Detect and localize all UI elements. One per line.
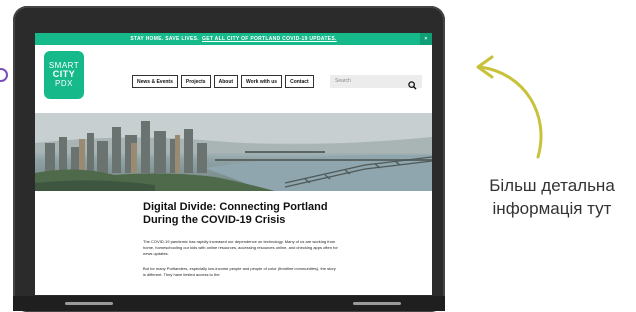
- curved-arrow-icon: [476, 55, 543, 159]
- covid-updates-link[interactable]: GET ALL CITY OF PORTLAND COVID-19 UPDATE…: [202, 36, 337, 42]
- main-nav: News & Events Projects About Work with u…: [132, 75, 314, 88]
- alert-close-button[interactable]: ×: [420, 33, 432, 45]
- nav-about[interactable]: About: [213, 75, 239, 88]
- laptop-frame: STAY HOME. SAVE LIVES. GET ALL CITY OF P…: [13, 6, 445, 312]
- logo-line-3: PDX: [55, 78, 73, 88]
- caption-more-info[interactable]: Більш детальна інформація тут: [468, 175, 636, 221]
- article-paragraph-2: But for many Portlanders, especially low…: [143, 266, 338, 278]
- alert-text: STAY HOME. SAVE LIVES.: [130, 36, 199, 42]
- decorative-circle: [0, 68, 8, 82]
- paragraph-2-emphasis: (frontline communities): [277, 266, 319, 271]
- nav-work-with-us[interactable]: Work with us: [241, 75, 283, 88]
- laptop-foot-right: [353, 302, 401, 305]
- search-input[interactable]: Search: [330, 75, 422, 90]
- search-placeholder: Search: [335, 78, 351, 84]
- smart-city-logo[interactable]: SMART CITY PDX: [44, 51, 84, 99]
- nav-news-events[interactable]: News & Events: [132, 75, 178, 88]
- alert-bar: STAY HOME. SAVE LIVES. GET ALL CITY OF P…: [35, 33, 432, 45]
- laptop-foot-left: [65, 302, 113, 305]
- nav-projects[interactable]: Projects: [180, 75, 211, 88]
- nav-contact[interactable]: Contact: [285, 75, 314, 88]
- paragraph-2-start: But for many Portlanders, especially low…: [143, 266, 278, 271]
- search-icon[interactable]: [408, 77, 417, 95]
- article-title: Digital Divide: Connecting Portland Duri…: [143, 201, 328, 226]
- laptop-screen: STAY HOME. SAVE LIVES. GET ALL CITY OF P…: [35, 33, 432, 295]
- hero-image-portland-skyline: [35, 113, 432, 191]
- article-paragraph-1: The COVID-19 pandemic has rapidly increa…: [143, 239, 338, 256]
